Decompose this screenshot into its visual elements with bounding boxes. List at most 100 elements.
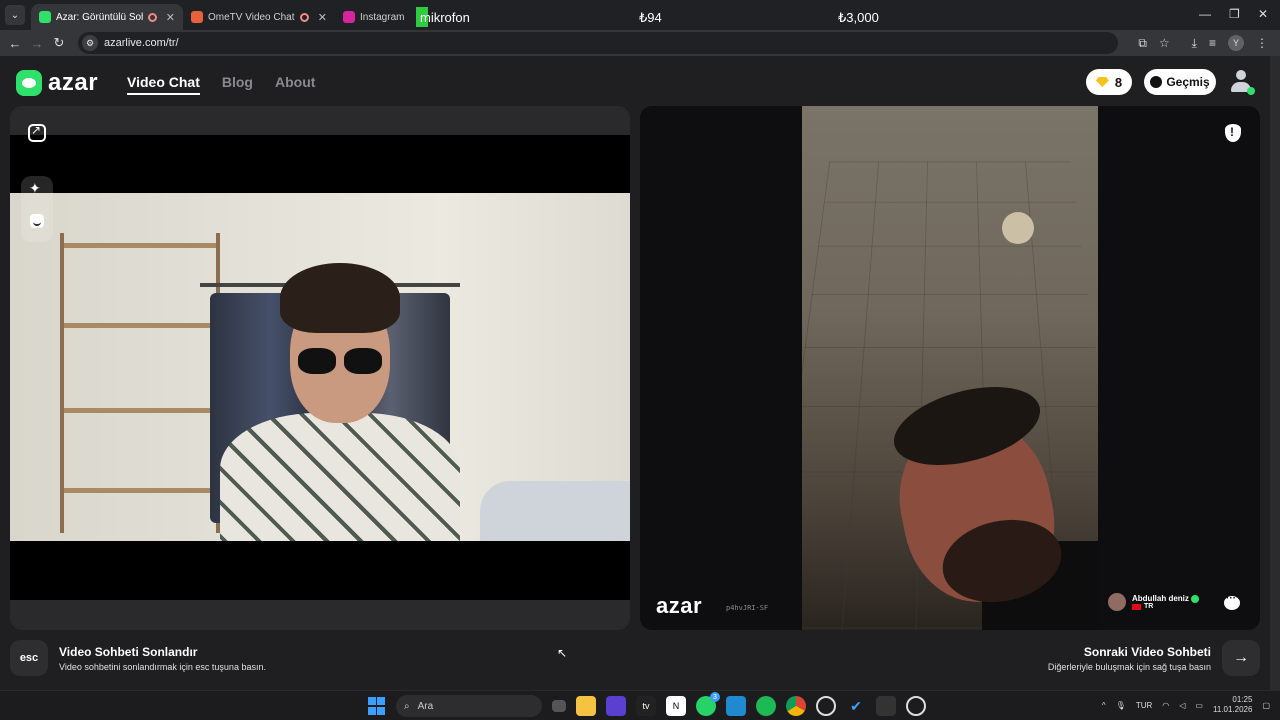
page-scrollbar[interactable] — [1270, 56, 1280, 690]
back-icon[interactable]: ← — [4, 36, 26, 51]
url-field[interactable]: ⚙ azarlive.com/tr/ — [78, 32, 1118, 54]
notion-icon[interactable]: N — [666, 696, 686, 716]
whatsapp-icon[interactable]: 3 — [696, 692, 720, 716]
time-text: 01:25 — [1232, 695, 1253, 704]
peer-info[interactable]: Abdullah deniz TR — [1108, 593, 1199, 611]
tray-expand-icon[interactable]: ^ — [1102, 701, 1106, 710]
microphone-icon[interactable]: 🎙 — [1116, 701, 1126, 710]
tab-title: OmeTV Video Chat — Ome — [208, 11, 295, 23]
report-icon[interactable] — [1225, 124, 1241, 142]
whatsapp-badge: 3 — [710, 692, 720, 702]
wifi-icon[interactable]: ◠ — [1162, 701, 1169, 710]
price-overlay-2: ₺3,000 — [838, 10, 879, 25]
record-app-icon[interactable] — [906, 696, 926, 716]
price-overlay-1: ₺94 — [639, 10, 662, 25]
browser-profile-avatar[interactable]: Y — [1228, 35, 1244, 51]
nav-about[interactable]: About — [275, 74, 315, 95]
lang-indicator[interactable]: TUR — [1136, 701, 1152, 710]
taskbar-search[interactable]: ⌕ Ara — [396, 695, 542, 717]
maximize-button[interactable]: ❐ — [1229, 7, 1240, 21]
azar-favicon-icon — [39, 11, 51, 23]
verified-icon — [1190, 594, 1199, 603]
sparkle-icon[interactable]: ✦ — [29, 180, 41, 197]
arrow-right-icon[interactable]: → — [1222, 640, 1260, 676]
bookmark-star-icon[interactable]: ☆ — [1159, 36, 1170, 50]
cast-icon[interactable]: ⧉ — [1138, 36, 1147, 51]
notification-icon[interactable]: ▢ — [1262, 701, 1270, 710]
url-text: azarlive.com/tr/ — [104, 37, 179, 49]
site-header: azar Video Chat Blog About 8 Geçmiş — [0, 56, 1270, 106]
battery-icon[interactable]: ▭ — [1195, 701, 1203, 710]
local-video-panel: ✦ — [10, 106, 630, 630]
next-chat-desc: Diğerleriyle buluşmak için sağ tuşa bası… — [1047, 662, 1211, 672]
todo-icon[interactable]: ✔ — [846, 696, 866, 716]
vscode-icon[interactable] — [726, 696, 746, 716]
date-text: 11.01.2026 — [1212, 705, 1253, 714]
close-tab-icon[interactable]: ✕ — [166, 11, 175, 24]
minimize-button[interactable]: — — [1199, 7, 1211, 21]
gems-button[interactable]: 8 — [1086, 69, 1132, 95]
chat-icon[interactable] — [1224, 593, 1240, 610]
user-icon[interactable] — [1230, 70, 1255, 95]
close-tab-icon[interactable]: ✕ — [318, 11, 327, 24]
remote-video — [802, 106, 1098, 630]
peer-avatar — [1108, 593, 1126, 611]
peer-country: TR — [1144, 603, 1154, 610]
face-filter-icon[interactable] — [30, 214, 44, 228]
taskbar-apps: ⌕ Ara tv N 3 ✔ — [366, 692, 926, 717]
ometv-favicon-icon — [191, 11, 203, 23]
logo-text: azar — [48, 69, 99, 96]
watermark-id: p4hvJRI-SF — [726, 604, 769, 612]
browser-toolbar: ⧉ ☆ ⤓ ≡ Y ⋮ — [1138, 30, 1280, 56]
volume-icon[interactable]: ◁ — [1179, 701, 1185, 710]
chrome-icon[interactable] — [786, 696, 806, 716]
azar-page: azar Video Chat Blog About 8 Geçmiş ↗ ✦ … — [0, 56, 1270, 690]
expand-icon[interactable] — [28, 123, 46, 142]
forward-icon[interactable]: → — [26, 36, 48, 51]
remote-user-image — [882, 372, 1098, 630]
tab-instagram[interactable]: Instagram — [335, 4, 415, 30]
instagram-favicon-icon — [343, 11, 355, 23]
search-placeholder: Ara — [417, 700, 434, 712]
local-camera-feed — [10, 193, 630, 541]
app-cube-icon[interactable] — [876, 696, 896, 716]
end-chat-title: Video Sohbeti Sonlandır — [59, 645, 198, 659]
mic-overlay: mikrofon — [416, 7, 470, 27]
esc-key-button[interactable]: esc — [10, 640, 48, 676]
effects-toolbar: ✦ — [21, 176, 53, 242]
history-button[interactable]: Geçmiş — [1144, 69, 1216, 95]
online-dot — [1247, 87, 1255, 95]
tab-ometv[interactable]: OmeTV Video Chat — Ome ✕ — [183, 4, 335, 30]
task-view-icon[interactable] — [552, 700, 566, 712]
system-tray: ^ 🎙 TUR ◠ ◁ ▭ 01:25 11.01.2026 ▢ — [1102, 695, 1270, 715]
app-icon[interactable] — [606, 696, 626, 716]
clock-icon — [1150, 76, 1163, 88]
history-label: Geçmiş — [1166, 75, 1210, 89]
reload-icon[interactable]: ↻ — [48, 35, 70, 51]
taskbar-clock[interactable]: 01:25 11.01.2026 — [1213, 695, 1252, 715]
file-explorer-icon[interactable] — [576, 696, 596, 716]
media-icon[interactable]: ≡ — [1209, 36, 1216, 50]
windows-start-icon[interactable] — [366, 696, 386, 716]
nav-blog[interactable]: Blog — [222, 74, 253, 95]
tab-search-button[interactable]: ⌄ — [5, 5, 25, 25]
bed-image — [480, 481, 630, 541]
end-chat-desc: Video sohbetini sonlandırmak için esc tu… — [59, 662, 266, 672]
azar-logo[interactable]: azar — [16, 69, 98, 97]
more-menu-icon[interactable]: ⋮ — [1256, 36, 1268, 50]
download-icon[interactable]: ⤓ — [1192, 36, 1197, 51]
search-icon: ⌕ — [404, 700, 410, 712]
close-window-button[interactable]: ✕ — [1258, 7, 1268, 21]
peer-name: Abdullah deniz — [1132, 594, 1189, 603]
chatgpt-icon[interactable] — [816, 696, 836, 716]
shelf-image — [60, 233, 220, 533]
site-info-icon[interactable]: ⚙ — [82, 35, 98, 51]
windows-taskbar: ⌕ Ara tv N 3 ✔ ^ 🎙 TUR ◠ ◁ ▭ 01:25 11.01… — [0, 690, 1280, 720]
tab-title: Instagram — [360, 11, 405, 23]
apple-tv-icon[interactable]: tv — [636, 696, 656, 716]
next-chat-title: Sonraki Video Sohbeti — [1083, 645, 1211, 659]
spotify-icon[interactable] — [756, 696, 776, 716]
nav-video-chat[interactable]: Video Chat — [127, 74, 200, 95]
gem-icon — [1095, 77, 1109, 87]
tab-azar[interactable]: Azar: Görüntülü Sohbet & V ✕ — [31, 4, 183, 30]
